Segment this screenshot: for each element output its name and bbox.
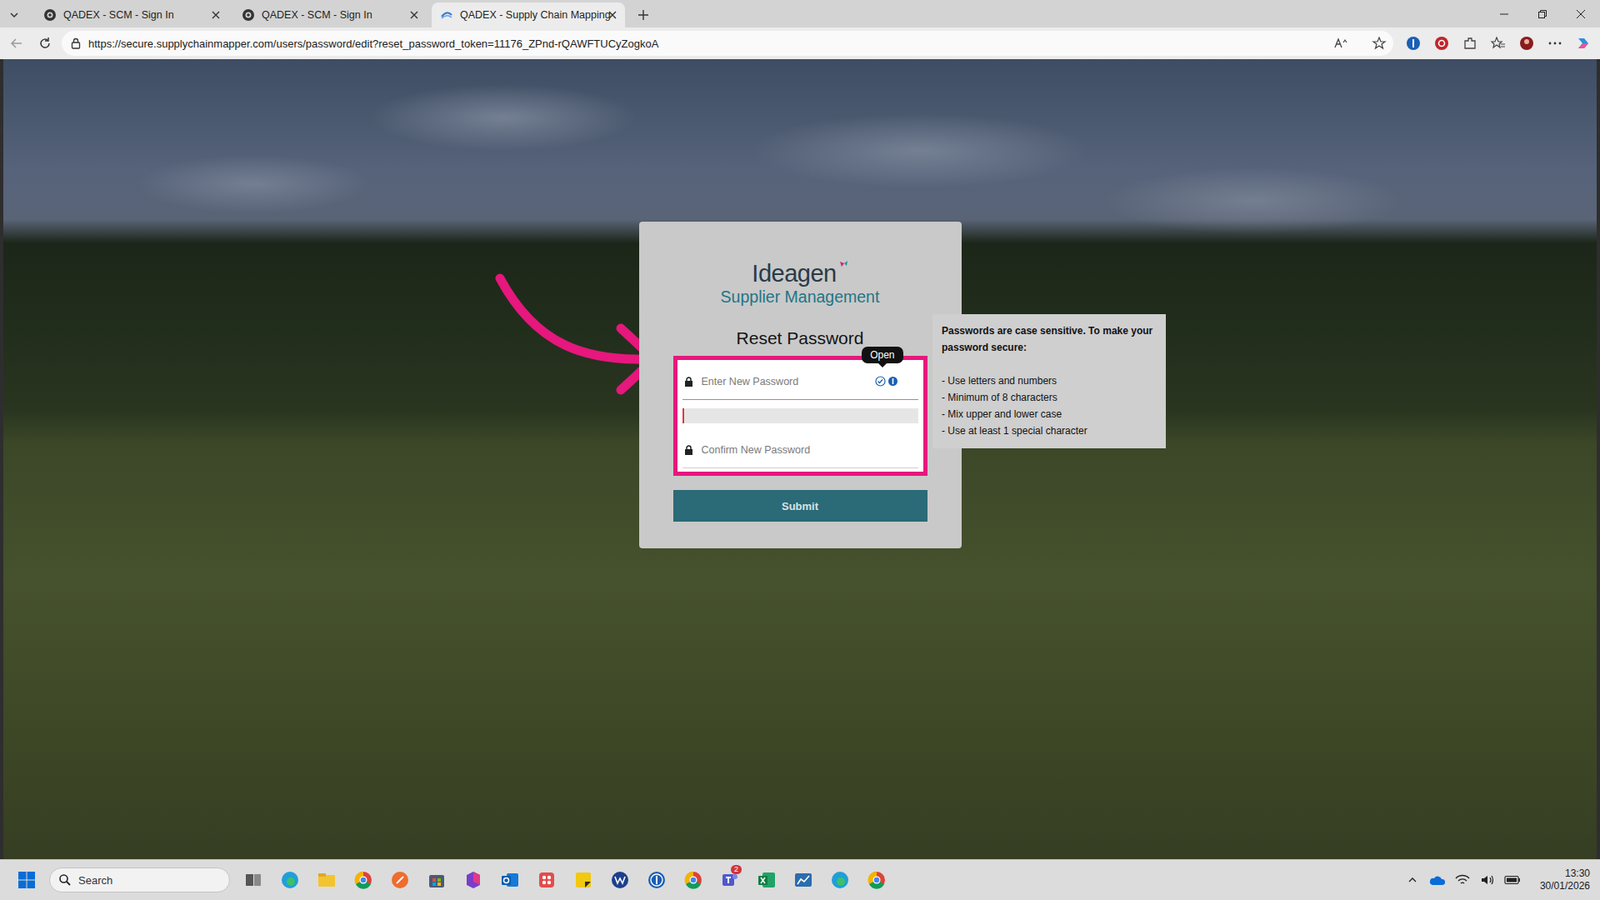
one-password-icon[interactable]	[638, 861, 675, 899]
open-tooltip: Open	[861, 346, 903, 364]
password-fields: Open	[673, 355, 928, 476]
restore-icon[interactable]	[1523, 0, 1562, 28]
reload-icon[interactable]	[33, 31, 57, 55]
reset-password-card: IdeagenSupplier Management Reset Password…	[639, 221, 962, 549]
workspace-icon[interactable]	[601, 861, 639, 899]
password-manager-icon[interactable]	[1401, 31, 1425, 55]
tab-actions-icon[interactable]	[0, 2, 29, 28]
tab-label: QADEX - Supply Chain Mapping	[460, 9, 600, 21]
site-favicon-icon	[241, 8, 255, 22]
browser-toolbar: https://secure.supplychainmapper.com/use…	[0, 27, 1600, 60]
new-tab-icon[interactable]	[630, 2, 657, 28]
tab-strip: QADEX - SCM - Sign In QADEX - SCM - Sign …	[0, 0, 1600, 28]
close-window-icon[interactable]	[1561, 0, 1600, 28]
extensions-icon[interactable]	[1458, 31, 1482, 55]
volume-icon[interactable]	[1478, 870, 1497, 890]
help-rule: - Minimum of 8 characters	[941, 389, 1157, 406]
confirm-password-field	[682, 431, 919, 469]
notification-badge: 2	[730, 865, 742, 875]
clock-time: 13:30	[1565, 867, 1590, 880]
clock[interactable]: 13:3030/01/2026	[1540, 867, 1594, 893]
tab-label: QADEX - SCM - Sign In	[63, 9, 204, 21]
password-help-tooltip: Passwords are case sensitive. To make yo…	[932, 314, 1166, 449]
show-hidden-icon[interactable]	[1403, 870, 1422, 890]
screen: QADEX - SCM - Sign In QADEX - SCM - Sign …	[0, 0, 1600, 900]
back-icon[interactable]	[5, 31, 29, 55]
chrome-alt-icon[interactable]	[858, 861, 895, 899]
product-name: Supplier Management	[720, 286, 880, 307]
taskbar: Search 2 13:3030/01/2026	[0, 859, 1600, 900]
edge-icon[interactable]	[271, 861, 309, 899]
close-tab-icon[interactable]	[210, 9, 222, 21]
help-rule: - Use letters and numbers	[941, 372, 1157, 390]
site-favicon-icon	[440, 8, 454, 22]
tab-list: QADEX - SCM - Sign In QADEX - SCM - Sign …	[35, 2, 625, 28]
autofill-key-icon[interactable]	[875, 375, 886, 387]
file-explorer-icon[interactable]	[308, 861, 345, 899]
tab-label: QADEX - SCM - Sign In	[261, 9, 402, 21]
extension-red-icon[interactable]	[1430, 31, 1454, 55]
brand-mark-icon	[838, 260, 849, 272]
onedrive-cloud-icon[interactable]	[1428, 870, 1447, 890]
store-icon[interactable]	[418, 861, 455, 899]
teams-icon[interactable]: 2	[711, 861, 749, 899]
search-icon	[58, 873, 72, 887]
clock-date: 30/01/2026	[1540, 880, 1590, 893]
close-tab-icon[interactable]	[606, 9, 619, 21]
brand-row: Ideagen	[751, 260, 848, 287]
system-tray: 13:3030/01/2026	[1403, 867, 1594, 893]
strength-fill	[682, 408, 685, 424]
browser-tab[interactable]: QADEX - SCM - Sign In	[233, 2, 427, 28]
outlook-icon[interactable]	[491, 861, 529, 899]
pinned-apps: 2	[235, 861, 895, 899]
minimize-icon[interactable]	[1485, 0, 1524, 28]
submit-button[interactable]: Submit	[673, 490, 928, 522]
taskbar-search[interactable]: Search	[49, 867, 230, 893]
microsoft-365-icon[interactable]	[455, 861, 492, 899]
favorite-star-icon[interactable]	[1371, 35, 1387, 51]
confirm-password-input[interactable]	[701, 444, 919, 456]
wifi-icon[interactable]	[1453, 870, 1472, 890]
address-bar[interactable]: https://secure.supplychainmapper.com/use…	[61, 30, 1394, 56]
browser-tab[interactable]: QADEX - SCM - Sign In	[35, 2, 229, 28]
profile-icon[interactable]	[1515, 31, 1539, 55]
chrome-icon[interactable]	[345, 861, 382, 899]
lock-icon[interactable]	[70, 37, 82, 50]
excel-icon[interactable]	[748, 861, 785, 899]
new-password-input[interactable]	[701, 375, 867, 388]
edge-profile-icon[interactable]	[821, 861, 859, 899]
copilot-icon[interactable]	[1571, 31, 1595, 55]
more-menu-icon[interactable]	[1543, 31, 1567, 55]
search-placeholder: Search	[78, 874, 113, 887]
autofill-icons	[875, 375, 899, 387]
form-title: Reset Password	[673, 328, 928, 349]
site-favicon-icon	[43, 8, 57, 22]
help-heading: Passwords are case sensitive. To make yo…	[941, 322, 1157, 356]
new-password-field: Open	[682, 363, 919, 400]
lock-icon	[684, 445, 694, 455]
web-page: IdeagenSupplier Management Reset Password…	[0, 59, 1600, 860]
favorites-icon[interactable]	[1486, 31, 1510, 55]
brand-name: Ideagen	[751, 260, 836, 287]
window-controls	[1485, 0, 1600, 28]
help-rule: - Mix upper and lower case	[941, 405, 1157, 423]
read-aloud-icon[interactable]	[1333, 36, 1349, 50]
start-windows-icon[interactable]	[13, 866, 40, 894]
postman-icon[interactable]	[381, 861, 419, 899]
ideagen-logo: IdeagenSupplier Management	[673, 260, 928, 307]
password-manager-icon[interactable]	[887, 375, 899, 387]
lock-icon	[684, 376, 694, 387]
password-strength-meter	[682, 408, 919, 424]
close-tab-icon[interactable]	[408, 9, 420, 21]
chart-app-icon[interactable]	[785, 861, 822, 899]
task-view-icon[interactable]	[235, 861, 272, 899]
chrome-profile-icon[interactable]	[675, 861, 712, 899]
sticky-notes-icon[interactable]	[565, 861, 602, 899]
browser-tab[interactable]: QADEX - Supply Chain Mapping	[431, 2, 625, 28]
url-text: https://secure.supplychainmapper.com/use…	[88, 37, 1327, 50]
battery-icon[interactable]	[1503, 870, 1522, 890]
red-app-icon[interactable]	[528, 861, 565, 899]
help-rule: - Use at least 1 special character	[941, 422, 1157, 440]
